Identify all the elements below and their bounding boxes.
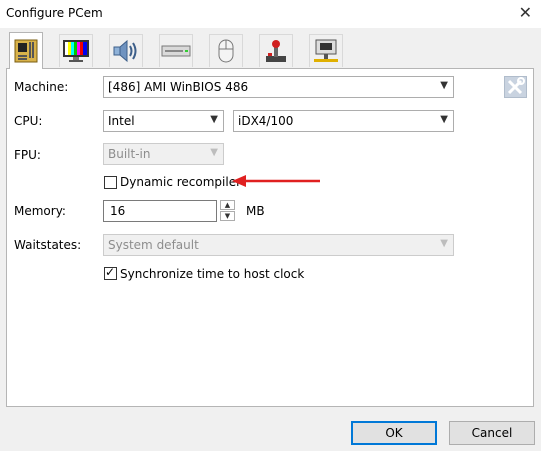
dynamic-recompiler-label: Dynamic recompiler: [120, 175, 242, 189]
tab-joystick[interactable]: [259, 34, 293, 67]
cpu-label: CPU:: [14, 114, 43, 128]
dynamic-recompiler-checkbox[interactable]: [104, 176, 117, 189]
waitstates-select: System default ▼: [103, 234, 454, 256]
arrow-up-icon: ▲: [224, 201, 231, 209]
cpu-vendor-value: Intel: [108, 114, 135, 128]
memory-increase-button[interactable]: ▲: [220, 200, 235, 210]
tab-sound[interactable]: [109, 34, 143, 67]
arrow-down-icon: ▼: [224, 212, 231, 220]
memory-value: 16: [110, 204, 126, 218]
tab-network[interactable]: [309, 34, 343, 67]
speaker-icon: [113, 39, 137, 63]
checkmark-icon: ✓: [105, 265, 116, 279]
sync-time-checkbox[interactable]: ✓: [104, 265, 117, 280]
tab-display[interactable]: [59, 34, 93, 67]
drive-icon: [161, 45, 191, 57]
monitor-icon: [63, 40, 89, 62]
fpu-value: Built-in: [108, 147, 151, 161]
cpu-model-value: iDX4/100: [238, 114, 294, 128]
memory-input[interactable]: 16: [103, 200, 217, 222]
window-title: Configure PCem: [6, 6, 103, 20]
cpu-vendor-select[interactable]: Intel ▼: [103, 110, 224, 132]
memory-decrease-button[interactable]: ▼: [220, 211, 235, 221]
joystick-icon: [266, 40, 286, 62]
chevron-down-icon: ▼: [440, 238, 448, 249]
fpu-select: Built-in ▼: [103, 143, 224, 165]
title-bar: Configure PCem ✕: [0, 0, 541, 28]
tools-icon: [507, 77, 525, 95]
ok-button[interactable]: OK: [351, 421, 437, 445]
machine-label: Machine:: [14, 80, 69, 94]
waitstates-label: Waitstates:: [14, 238, 82, 252]
tab-machine[interactable]: [9, 32, 43, 69]
machine-select[interactable]: [486] AMI WinBIOS 486 ▼: [103, 76, 454, 98]
machine-value: [486] AMI WinBIOS 486: [108, 80, 249, 94]
cpu-model-select[interactable]: iDX4/100 ▼: [233, 110, 454, 132]
cancel-button[interactable]: Cancel: [449, 421, 535, 445]
chevron-down-icon: ▼: [440, 114, 448, 125]
waitstates-value: System default: [108, 238, 199, 252]
annotation-arrow: [232, 175, 320, 187]
sync-time-label: Synchronize time to host clock: [120, 267, 305, 281]
configure-machine-button[interactable]: [504, 76, 527, 98]
tab-mouse[interactable]: [209, 34, 243, 67]
mouse-icon: [218, 39, 234, 63]
chevron-down-icon: ▼: [210, 114, 218, 125]
tab-storage[interactable]: [159, 34, 193, 67]
network-icon: [314, 39, 338, 62]
motherboard-icon: [14, 39, 38, 63]
memory-label: Memory:: [14, 204, 66, 218]
chevron-down-icon: ▼: [210, 147, 218, 158]
chevron-down-icon: ▼: [440, 80, 448, 91]
memory-unit: MB: [246, 204, 265, 218]
fpu-label: FPU:: [14, 148, 41, 162]
close-icon[interactable]: ✕: [519, 4, 532, 22]
